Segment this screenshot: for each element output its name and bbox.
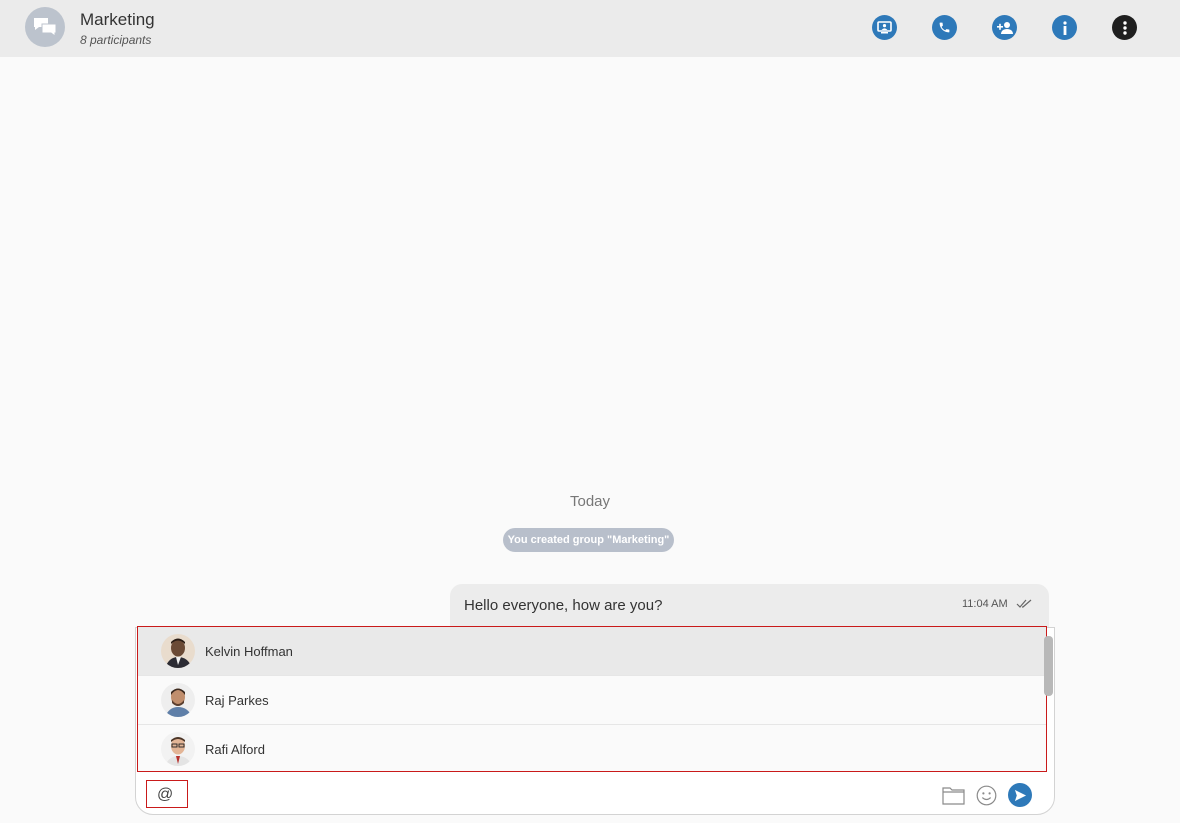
chat-title: Marketing xyxy=(80,10,155,29)
more-options-button[interactable] xyxy=(1112,15,1137,40)
mention-item[interactable]: Raj Parkes xyxy=(138,676,1046,725)
message-text: Hello everyone, how are you? xyxy=(464,597,663,614)
message-input[interactable]: @ xyxy=(146,780,188,808)
avatar xyxy=(161,683,195,717)
mention-scrollbar[interactable] xyxy=(1044,636,1053,696)
mention-suggestions: Kelvin Hoffman Raj Parkes Rafi Alford xyxy=(137,626,1047,772)
date-separator: Today xyxy=(569,493,611,510)
mention-name: Rafi Alford xyxy=(205,742,265,757)
phone-icon xyxy=(939,22,950,33)
chat-header: Marketing 8 participants xyxy=(0,0,1180,57)
send-icon xyxy=(1014,789,1026,801)
screen-share-button[interactable] xyxy=(872,15,897,40)
system-message: You created group "Marketing" xyxy=(503,528,674,552)
add-participant-button[interactable] xyxy=(992,15,1017,40)
avatar xyxy=(161,634,195,668)
mention-name: Kelvin Hoffman xyxy=(205,644,293,659)
folder-icon xyxy=(942,787,965,805)
emoji-button[interactable] xyxy=(976,785,997,811)
add-user-icon xyxy=(996,22,1013,34)
call-button[interactable] xyxy=(932,15,957,40)
mention-item[interactable]: Kelvin Hoffman xyxy=(138,627,1046,676)
screen-share-icon xyxy=(877,21,892,34)
mention-name: Raj Parkes xyxy=(205,693,269,708)
message-time: 11:04 AM xyxy=(962,598,1008,610)
double-check-icon xyxy=(1016,599,1032,608)
group-avatar[interactable] xyxy=(25,7,65,47)
smiley-icon xyxy=(976,785,997,806)
avatar xyxy=(161,732,195,766)
attach-file-button[interactable] xyxy=(942,785,965,810)
group-chat-icon xyxy=(34,18,57,37)
mention-item[interactable]: Rafi Alford xyxy=(138,725,1046,771)
info-icon xyxy=(1062,20,1067,35)
info-button[interactable] xyxy=(1052,15,1077,40)
send-button[interactable] xyxy=(1008,783,1032,807)
more-vertical-icon xyxy=(1122,20,1127,35)
message-bubble[interactable]: Hello everyone, how are you? 11:04 AM xyxy=(450,584,1049,628)
participants-count: 8 participants xyxy=(80,33,152,47)
